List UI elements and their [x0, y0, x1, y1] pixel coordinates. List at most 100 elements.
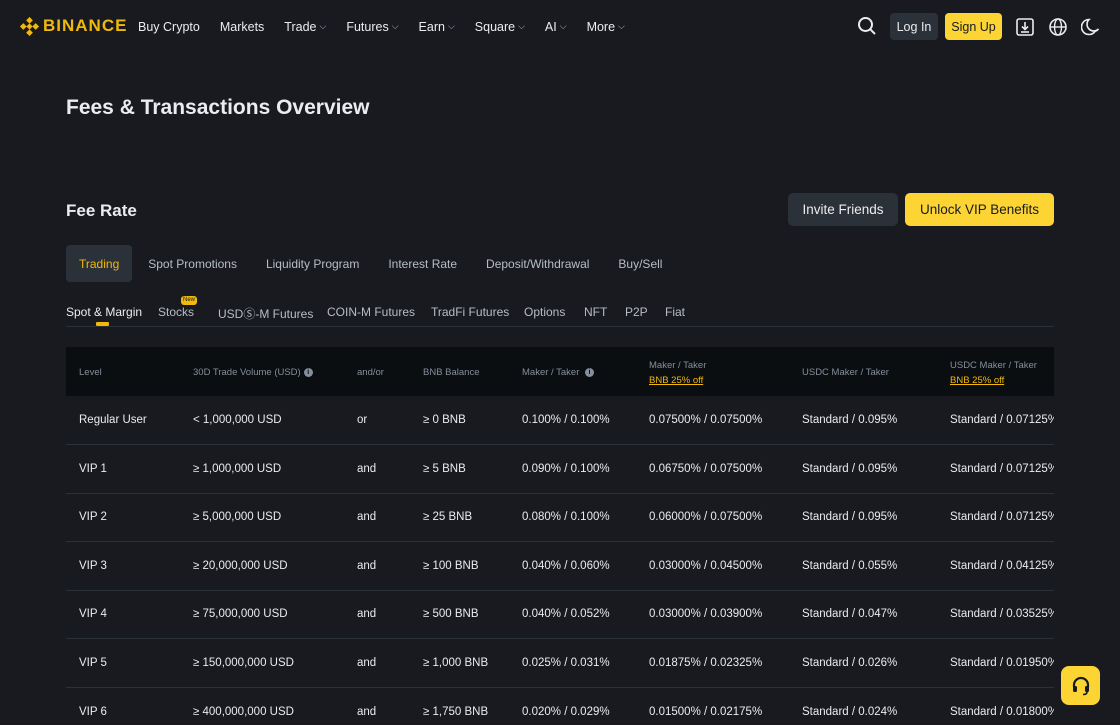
nav-item-label: Earn: [418, 20, 445, 34]
tab-deposit-withdrawal[interactable]: Deposit/Withdrawal: [473, 245, 602, 282]
cell-bnb: ≥ 5 BNB: [423, 462, 466, 475]
cell-bnb: ≥ 1,000 BNB: [423, 657, 489, 669]
chevron-down-icon: ⌵: [319, 20, 327, 31]
chevron-down-icon: ⌵: [618, 20, 625, 31]
th-level: Level: [79, 367, 102, 378]
nav-item-trade[interactable]: Trade ⌵: [284, 20, 326, 34]
subtab-fiat[interactable]: Fiat: [665, 305, 685, 319]
search-icon[interactable]: [857, 16, 877, 36]
subtab-usd-m-futures[interactable]: USDⓈ-M Futures: [218, 305, 313, 322]
page-title: Fees & Transactions Overview: [66, 96, 370, 119]
cell-mt: 0.080% / 0.100%: [522, 511, 610, 524]
cell-bnb: ≥ 100 BNB: [423, 559, 479, 572]
nav-item-more[interactable]: More ⌵: [587, 20, 625, 34]
moon-icon[interactable]: [1081, 17, 1101, 37]
subtab-nft[interactable]: NFT: [584, 305, 607, 319]
subtab-coin-m-futures[interactable]: COIN-M Futures: [327, 305, 415, 319]
binance-logo[interactable]: BINANCE: [20, 16, 127, 36]
cell-usdc-bnb: Standard / 0.04125%: [950, 559, 1054, 572]
invite-friends-button[interactable]: Invite Friends: [788, 193, 898, 226]
chevron-down-icon: ⌵: [391, 20, 399, 31]
cell-usdc: Standard / 0.095%: [802, 511, 898, 524]
cell-mt-bnb: 0.07500% / 0.07500%: [649, 414, 763, 426]
nav-item-ai[interactable]: AI ⌵: [545, 20, 567, 34]
bnb-discount-link[interactable]: BNB 25% off: [950, 375, 1037, 386]
cell-usdc: Standard / 0.047%: [802, 608, 898, 621]
subtab-options[interactable]: Options: [524, 305, 565, 319]
cell-usdc-bnb: Standard / 0.01950%: [950, 657, 1054, 669]
info-icon[interactable]: i: [585, 367, 595, 377]
cell-usdc: Standard / 0.055%: [802, 559, 898, 572]
th-usdc-maker-taker-bnb-label: USDC Maker / Taker: [950, 360, 1037, 371]
cell-bnb: ≥ 1,750 BNB: [423, 705, 489, 718]
nav-item-label: Buy Crypto: [138, 20, 200, 34]
bnb-discount-link[interactable]: BNB 25% off: [649, 375, 706, 386]
headset-icon: [1072, 676, 1089, 695]
subtab-stocks[interactable]: Stocks: [158, 305, 194, 319]
cell-usdc-bnb: Standard / 0.01800%: [950, 705, 1054, 718]
tab-trading[interactable]: Trading: [66, 245, 133, 282]
nav-item-square[interactable]: Square ⌵: [475, 20, 525, 34]
tab-liquidity-program[interactable]: Liquidity Program: [253, 245, 372, 282]
subtab-spot-margin[interactable]: Spot & Margin: [66, 305, 142, 319]
globe-icon[interactable]: [1048, 17, 1068, 37]
cell-volume: ≥ 5,000,000 USD: [193, 511, 282, 524]
th-maker-taker: Maker / Taker i: [522, 367, 595, 378]
cell-mt: 0.090% / 0.100%: [522, 462, 610, 475]
cell-level: Regular User: [79, 414, 147, 426]
new-badge: New: [181, 296, 198, 305]
subtab-tradfi-futures[interactable]: TradFi Futures: [431, 305, 509, 319]
nav-item-label: Markets: [219, 20, 265, 34]
cell-volume: ≥ 1,000,000 USD: [193, 462, 282, 475]
cell-usdc: Standard / 0.024%: [802, 705, 898, 718]
nav-item-markets[interactable]: Markets: [220, 20, 264, 34]
top-nav-bar: BINANCE Buy Crypto Markets Trade ⌵ Futures ⌵ E…: [0, 0, 1120, 54]
trading-subtabs: Spot & Margin Stocks USDⓈ-M Futures COIN-M …: [66, 300, 1054, 327]
cell-volume: < 1,000,000 USD: [193, 414, 282, 426]
subtab-p2p[interactable]: P2P: [625, 305, 648, 319]
cell-andor: and: [357, 511, 377, 524]
cell-bnb: ≥ 0 BNB: [423, 414, 466, 426]
th-usdc-maker-taker: USDC Maker / Taker: [802, 367, 889, 378]
tab-spot-promotions[interactable]: Spot Promotions: [135, 245, 250, 282]
tab-buy-sell[interactable]: Buy/Sell: [605, 245, 675, 282]
cell-usdc: Standard / 0.095%: [802, 414, 898, 426]
unlock-vip-button[interactable]: Unlock VIP Benefits: [905, 193, 1054, 226]
th-andor: and/or: [357, 367, 384, 378]
nav-item-label: More: [586, 20, 616, 34]
th-usdc-maker-taker-bnb: USDC Maker / Taker BNB 25% off: [950, 360, 1037, 386]
cell-bnb: ≥ 25 BNB: [423, 511, 473, 524]
cell-mt: 0.100% / 0.100%: [522, 414, 610, 426]
table-row: VIP 5 ≥ 150,000,000 USD and ≥ 1,000 BNB 0.02…: [66, 639, 1054, 688]
brand-name: BINANCE: [43, 16, 128, 35]
cell-mt-bnb: 0.06750% / 0.07500%: [649, 462, 763, 475]
download-icon[interactable]: [1015, 17, 1035, 37]
table-row: VIP 6 ≥ 400,000,000 USD and ≥ 1,750 BNB 0.02…: [66, 688, 1054, 725]
cell-andor: and: [357, 462, 377, 475]
cell-volume: ≥ 75,000,000 USD: [193, 608, 288, 621]
cell-usdc-bnb: Standard / 0.03525%: [950, 608, 1054, 621]
nav-item-label: Square: [474, 20, 516, 34]
tab-interest-rate[interactable]: Interest Rate: [375, 245, 470, 282]
cell-level: VIP 6: [79, 705, 107, 718]
th-volume-label: 30D Trade Volume (USD): [193, 367, 301, 378]
cell-level: VIP 3: [79, 559, 107, 572]
login-button[interactable]: Log In: [890, 13, 938, 40]
table-header: Level 30D Trade Volume (USD) i and/or BNB…: [66, 347, 1054, 396]
th-volume: 30D Trade Volume (USD) i: [193, 367, 313, 378]
cell-mt-bnb: 0.03000% / 0.03900%: [649, 608, 763, 621]
cell-usdc-bnb: Standard / 0.07125%: [950, 462, 1054, 475]
signup-button[interactable]: Sign Up: [945, 13, 1002, 40]
nav-item-buy-crypto[interactable]: Buy Crypto: [138, 20, 200, 34]
table-row: VIP 4 ≥ 75,000,000 USD and ≥ 500 BNB 0.040% …: [66, 590, 1054, 640]
nav-item-futures[interactable]: Futures ⌵: [346, 20, 398, 34]
cell-level: VIP 1: [79, 462, 107, 475]
support-chat-button[interactable]: [1061, 666, 1100, 705]
nav-item-earn[interactable]: Earn ⌵: [419, 20, 455, 34]
cell-andor: and: [357, 608, 377, 621]
info-icon[interactable]: i: [303, 367, 313, 377]
cell-bnb: ≥ 500 BNB: [423, 608, 479, 621]
cell-mt-bnb: 0.06000% / 0.07500%: [649, 511, 763, 524]
fee-rate-title: Fee Rate: [66, 201, 137, 220]
cell-level: VIP 4: [79, 608, 107, 621]
